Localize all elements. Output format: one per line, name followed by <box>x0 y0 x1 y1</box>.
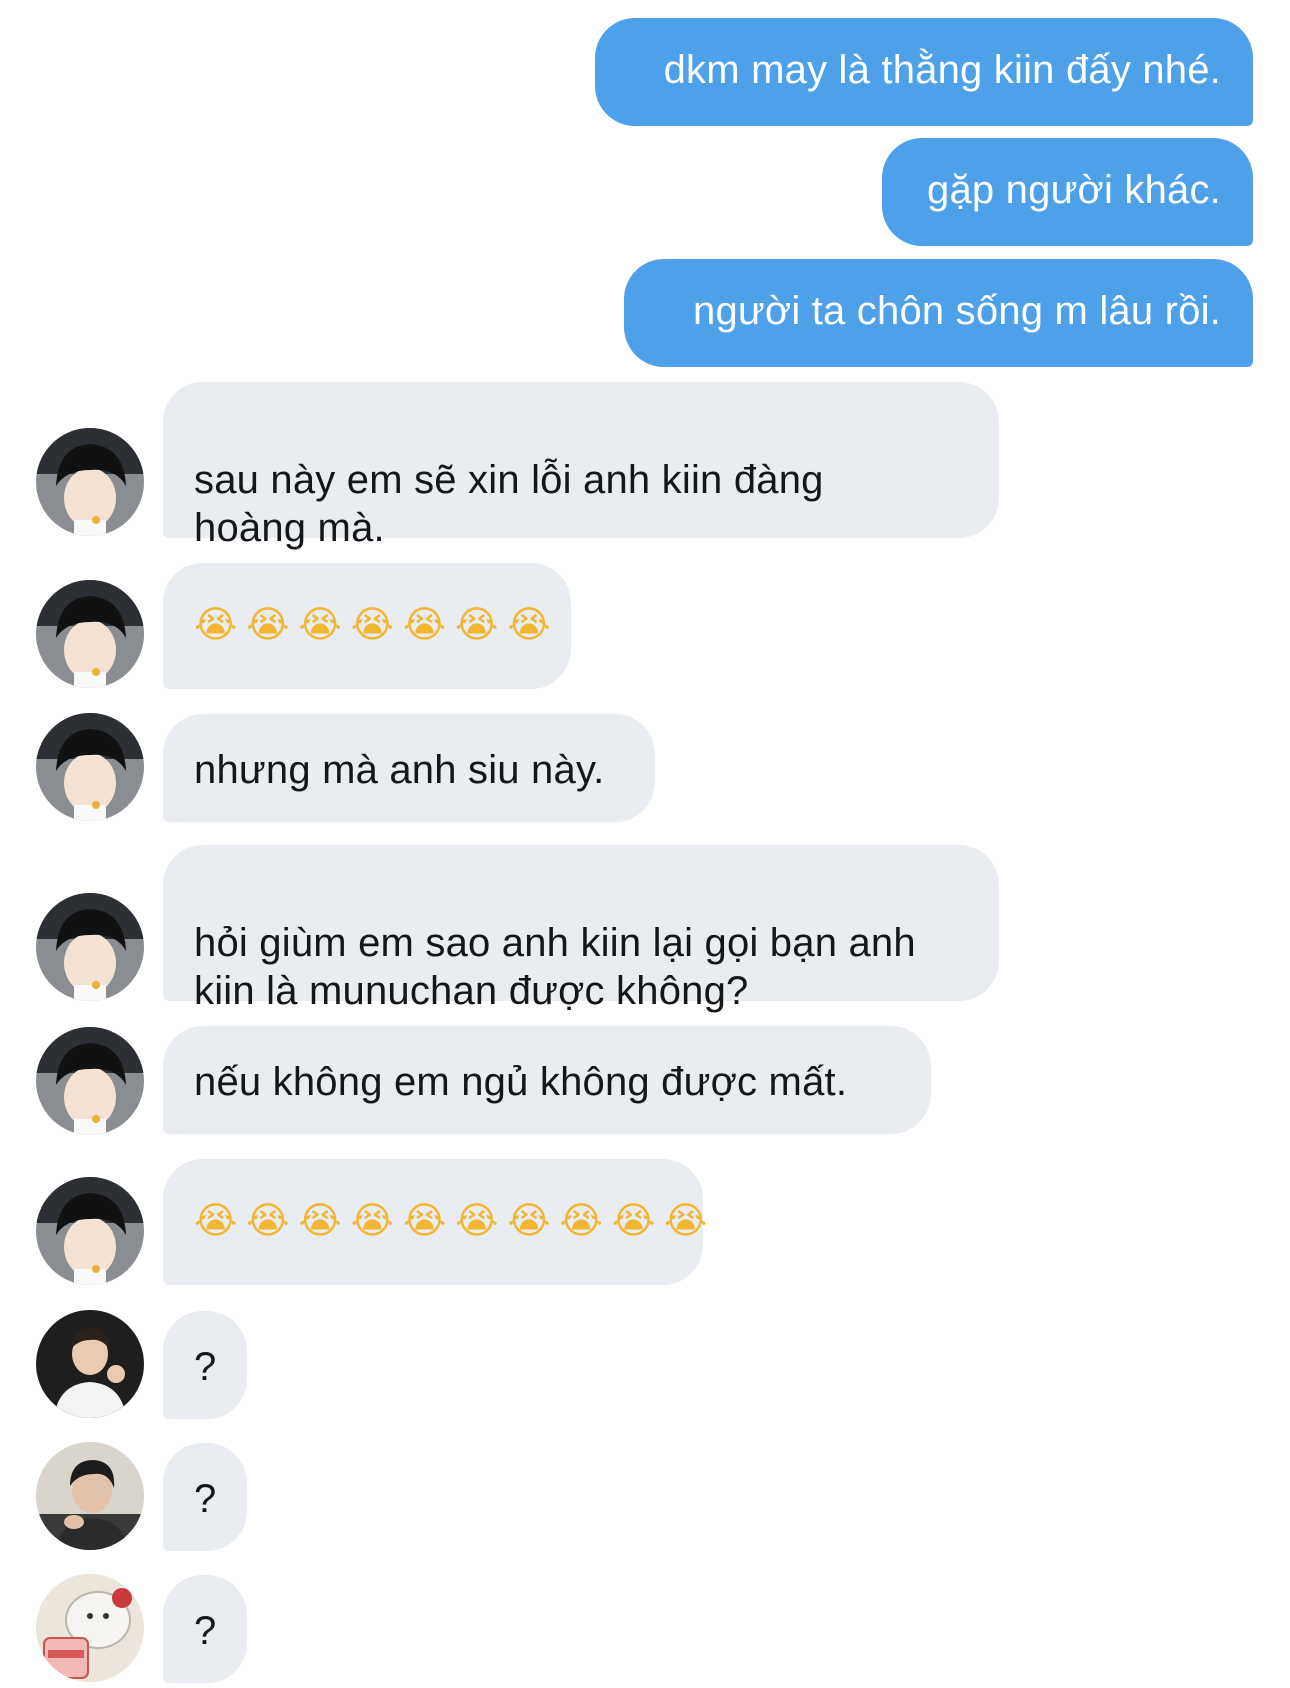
crying-emoji-row: 😭😭😭😭😭😭😭😭😭😭 <box>194 1199 717 1242</box>
sender-avatar[interactable] <box>36 1310 144 1418</box>
message-text: nhưng mà anh siu này. <box>194 748 605 792</box>
bear-ice-cream-avatar-icon <box>36 1574 144 1682</box>
dark-haired-person-avatar-icon <box>36 428 144 536</box>
sender-avatar[interactable] <box>36 713 144 821</box>
sent-message-bubble[interactable]: gặp người khác. <box>882 138 1253 246</box>
message-text: ? <box>194 1609 217 1653</box>
message-thread: dkm may là thằng kiin đấy nhé. gặp người… <box>0 0 1290 1688</box>
message-text: người ta chôn sống m lâu rồi. <box>693 289 1221 333</box>
received-message-bubble[interactable]: nhưng mà anh siu này. <box>163 714 655 822</box>
dark-haired-person-avatar-icon <box>36 893 144 1001</box>
person-waving-avatar-icon <box>36 1310 144 1418</box>
dark-haired-person-avatar-icon <box>36 1027 144 1135</box>
message-text: hỏi giùm em sao anh kiin lại gọi bạn anh… <box>194 921 916 1013</box>
dark-haired-person-avatar-icon <box>36 713 144 821</box>
received-message-bubble[interactable]: ? <box>163 1575 247 1683</box>
received-message-bubble[interactable]: ? <box>163 1311 247 1419</box>
crying-emoji-row: 😭😭😭😭😭😭😭 <box>194 603 560 646</box>
sender-avatar[interactable] <box>36 428 144 536</box>
sender-avatar[interactable] <box>36 1442 144 1550</box>
person-eating-avatar-icon <box>36 1442 144 1550</box>
message-text: ? <box>194 1477 217 1521</box>
sender-avatar[interactable] <box>36 1574 144 1682</box>
received-message-bubble[interactable]: 😭😭😭😭😭😭😭😭😭😭 <box>163 1159 717 1285</box>
sender-avatar[interactable] <box>36 580 144 688</box>
message-text: nếu không em ngủ không được mất. <box>194 1060 848 1104</box>
received-message-bubble[interactable]: sau này em sẽ xin lỗi anh kiin đàng hoàn… <box>163 382 999 550</box>
received-message-bubble[interactable]: hỏi giùm em sao anh kiin lại gọi bạn anh… <box>163 845 999 1013</box>
sender-avatar[interactable] <box>36 893 144 1001</box>
message-text: ? <box>194 1345 217 1389</box>
received-message-bubble[interactable]: nếu không em ngủ không được mất. <box>163 1026 931 1134</box>
message-text: dkm may là thằng kiin đấy nhé. <box>663 48 1221 92</box>
sender-avatar[interactable] <box>36 1027 144 1135</box>
message-text: gặp người khác. <box>927 168 1221 212</box>
sent-message-bubble[interactable]: người ta chôn sống m lâu rồi. <box>624 259 1253 367</box>
message-text: sau này em sẽ xin lỗi anh kiin đàng hoàn… <box>194 458 824 550</box>
sent-message-bubble[interactable]: dkm may là thằng kiin đấy nhé. <box>595 18 1253 126</box>
dark-haired-person-avatar-icon <box>36 1177 144 1285</box>
sender-avatar[interactable] <box>36 1177 144 1285</box>
received-message-bubble[interactable]: 😭😭😭😭😭😭😭 <box>163 563 571 689</box>
received-message-bubble[interactable]: ? <box>163 1443 247 1551</box>
dark-haired-person-avatar-icon <box>36 580 144 688</box>
